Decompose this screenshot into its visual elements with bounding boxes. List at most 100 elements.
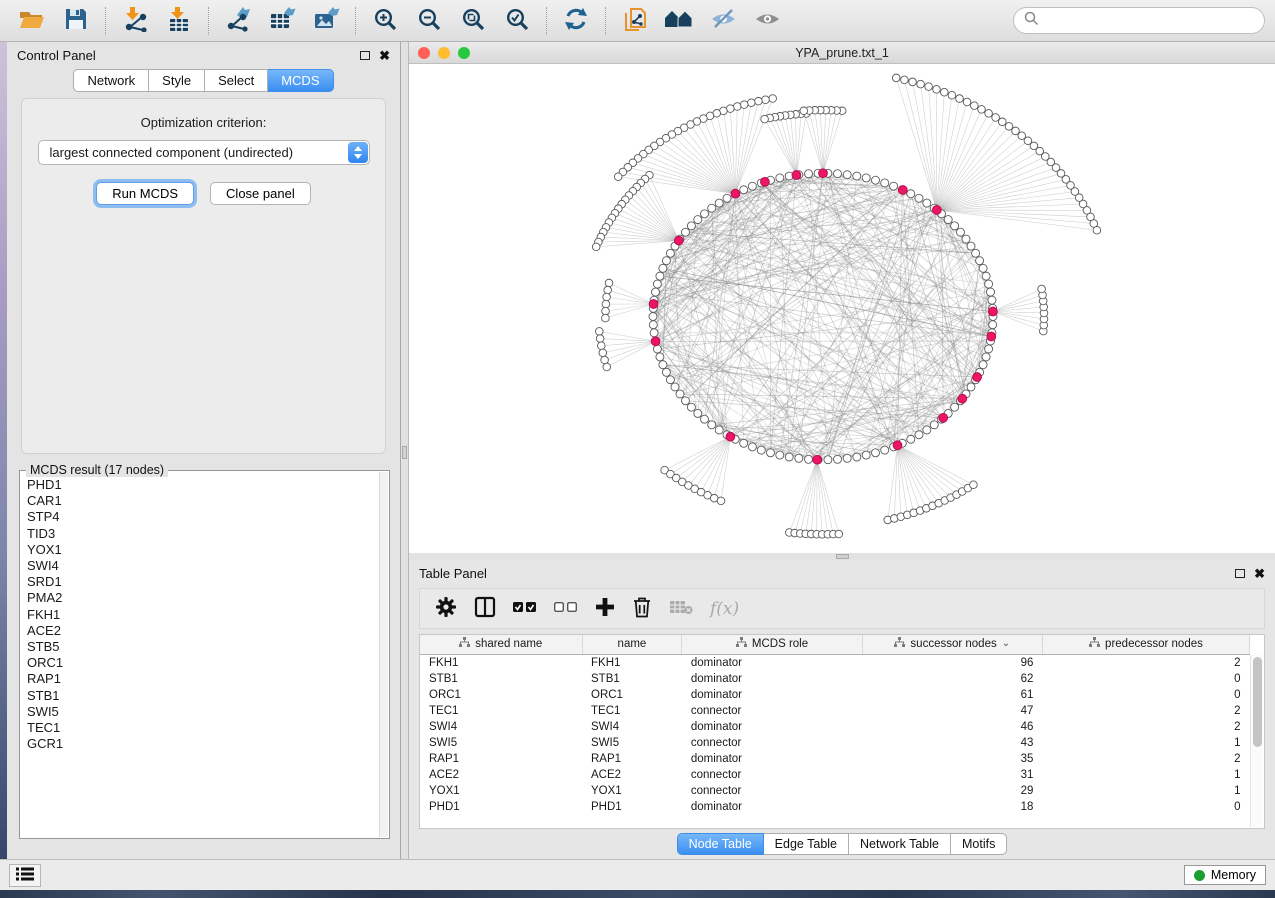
cell-name[interactable]: TEC1 bbox=[582, 703, 682, 719]
unselect-all-button[interactable] bbox=[554, 600, 578, 617]
cell-predecessor-nodes[interactable]: 0 bbox=[1042, 799, 1249, 815]
delete-table-button[interactable] bbox=[669, 599, 693, 618]
table-row[interactable]: PHD1PHD1dominator180 bbox=[420, 799, 1250, 815]
table-row[interactable]: TEC1TEC1connector472 bbox=[420, 703, 1250, 719]
cell-successor-nodes[interactable]: 18 bbox=[862, 799, 1042, 815]
close-panel-button[interactable]: Close panel bbox=[210, 182, 311, 205]
column-header-name[interactable]: name bbox=[582, 635, 682, 654]
cell-mcds-role[interactable]: connector bbox=[682, 735, 862, 751]
refresh-view-button[interactable] bbox=[554, 3, 598, 39]
result-node[interactable]: SRD1 bbox=[27, 574, 375, 590]
result-node[interactable]: PMA2 bbox=[27, 590, 375, 606]
cell-name[interactable]: STB1 bbox=[582, 671, 682, 687]
table-row[interactable]: SWI5SWI5connector431 bbox=[420, 735, 1250, 751]
tab-motifs[interactable]: Motifs bbox=[951, 833, 1007, 855]
result-node[interactable]: STB5 bbox=[27, 639, 375, 655]
cell-successor-nodes[interactable]: 31 bbox=[862, 767, 1042, 783]
cell-mcds-role[interactable]: connector bbox=[682, 783, 862, 799]
clone-network-button[interactable] bbox=[613, 3, 657, 39]
result-node[interactable]: SWI4 bbox=[27, 558, 375, 574]
cell-mcds-role[interactable]: dominator bbox=[682, 654, 862, 671]
cell-shared-name[interactable]: TEC1 bbox=[420, 703, 582, 719]
export-table-button[interactable] bbox=[260, 3, 304, 39]
horizontal-splitter[interactable] bbox=[409, 553, 1275, 560]
table-row[interactable]: FKH1FKH1dominator962 bbox=[420, 654, 1250, 671]
select-all-button[interactable] bbox=[513, 600, 537, 617]
mcds-result-list[interactable]: PHD1CAR1STP4TID3YOX1SWI4SRD1PMA2FKH1ACE2… bbox=[27, 477, 375, 834]
cell-mcds-role[interactable]: dominator bbox=[682, 671, 862, 687]
memory-button[interactable]: Memory bbox=[1184, 865, 1266, 885]
tab-network-table[interactable]: Network Table bbox=[849, 833, 951, 855]
export-image-button[interactable] bbox=[304, 3, 348, 39]
tab-select[interactable]: Select bbox=[205, 69, 268, 92]
cell-successor-nodes[interactable]: 43 bbox=[862, 735, 1042, 751]
import-table-button[interactable] bbox=[157, 3, 201, 39]
cell-shared-name[interactable]: ORC1 bbox=[420, 687, 582, 703]
column-header-shared-name[interactable]: shared name bbox=[420, 635, 582, 654]
import-network-button[interactable] bbox=[113, 3, 157, 39]
cell-name[interactable]: FKH1 bbox=[582, 654, 682, 671]
search-input[interactable] bbox=[1046, 13, 1254, 28]
cell-predecessor-nodes[interactable]: 0 bbox=[1042, 671, 1249, 687]
zoom-fit-button[interactable] bbox=[451, 3, 495, 39]
cell-shared-name[interactable]: PHD1 bbox=[420, 799, 582, 815]
result-node[interactable]: ACE2 bbox=[27, 623, 375, 639]
result-node[interactable]: TID3 bbox=[27, 526, 375, 542]
result-node[interactable]: FKH1 bbox=[27, 607, 375, 623]
cell-successor-nodes[interactable]: 96 bbox=[862, 654, 1042, 671]
split-table-button[interactable] bbox=[474, 596, 496, 621]
result-node[interactable]: RAP1 bbox=[27, 671, 375, 687]
float-table-panel-icon[interactable] bbox=[1235, 569, 1245, 578]
cell-name[interactable]: YOX1 bbox=[582, 783, 682, 799]
result-node[interactable]: GCR1 bbox=[27, 736, 375, 752]
cell-mcds-role[interactable]: dominator bbox=[682, 687, 862, 703]
result-node[interactable]: YOX1 bbox=[27, 542, 375, 558]
cell-predecessor-nodes[interactable]: 1 bbox=[1042, 735, 1249, 751]
close-panel-icon[interactable]: ✖ bbox=[379, 49, 390, 62]
cell-predecessor-nodes[interactable]: 2 bbox=[1042, 703, 1249, 719]
function-builder-button[interactable]: f(x) bbox=[710, 599, 739, 619]
minimize-window-light[interactable] bbox=[438, 47, 450, 59]
column-header-mcds-role[interactable]: MCDS role bbox=[682, 635, 862, 654]
close-window-light[interactable] bbox=[418, 47, 430, 59]
column-header-successor-nodes[interactable]: successor nodes⌄ bbox=[862, 635, 1042, 654]
zoom-selected-button[interactable] bbox=[495, 3, 539, 39]
cell-predecessor-nodes[interactable]: 2 bbox=[1042, 719, 1249, 735]
table-scrollbar-thumb[interactable] bbox=[1253, 657, 1262, 747]
cell-successor-nodes[interactable]: 46 bbox=[862, 719, 1042, 735]
cell-predecessor-nodes[interactable]: 2 bbox=[1042, 751, 1249, 767]
result-node[interactable]: SWI5 bbox=[27, 704, 375, 720]
network-canvas[interactable] bbox=[409, 64, 1275, 553]
add-column-button[interactable] bbox=[595, 597, 615, 620]
table-settings-button[interactable] bbox=[435, 596, 457, 621]
cell-predecessor-nodes[interactable]: 1 bbox=[1042, 767, 1249, 783]
table-row[interactable]: ORC1ORC1dominator610 bbox=[420, 687, 1250, 703]
tab-style[interactable]: Style bbox=[149, 69, 205, 92]
zoom-out-button[interactable] bbox=[407, 3, 451, 39]
cell-mcds-role[interactable]: dominator bbox=[682, 799, 862, 815]
open-file-button[interactable] bbox=[10, 3, 54, 39]
cell-mcds-role[interactable]: dominator bbox=[682, 751, 862, 767]
table-row[interactable]: STB1STB1dominator620 bbox=[420, 671, 1250, 687]
first-neighbors-button[interactable] bbox=[657, 3, 701, 39]
cell-mcds-role[interactable]: connector bbox=[682, 767, 862, 783]
cell-successor-nodes[interactable]: 61 bbox=[862, 687, 1042, 703]
save-session-button[interactable] bbox=[54, 3, 98, 39]
column-header-predecessor-nodes[interactable]: predecessor nodes bbox=[1042, 635, 1249, 654]
result-node[interactable]: ORC1 bbox=[27, 655, 375, 671]
result-node[interactable]: TEC1 bbox=[27, 720, 375, 736]
cell-shared-name[interactable]: SWI4 bbox=[420, 719, 582, 735]
table-row[interactable]: RAP1RAP1dominator352 bbox=[420, 751, 1250, 767]
table-scrollbar[interactable] bbox=[1250, 655, 1263, 827]
zoom-window-light[interactable] bbox=[458, 47, 470, 59]
cell-shared-name[interactable]: STB1 bbox=[420, 671, 582, 687]
show-all-button[interactable] bbox=[745, 3, 789, 39]
cell-successor-nodes[interactable]: 62 bbox=[862, 671, 1042, 687]
result-node[interactable]: STP4 bbox=[27, 509, 375, 525]
tab-edge-table[interactable]: Edge Table bbox=[764, 833, 849, 855]
float-panel-icon[interactable] bbox=[360, 51, 370, 60]
result-list-scrollbar[interactable] bbox=[379, 472, 388, 837]
delete-column-button[interactable] bbox=[632, 596, 652, 621]
cell-successor-nodes[interactable]: 47 bbox=[862, 703, 1042, 719]
cell-predecessor-nodes[interactable]: 2 bbox=[1042, 654, 1249, 671]
